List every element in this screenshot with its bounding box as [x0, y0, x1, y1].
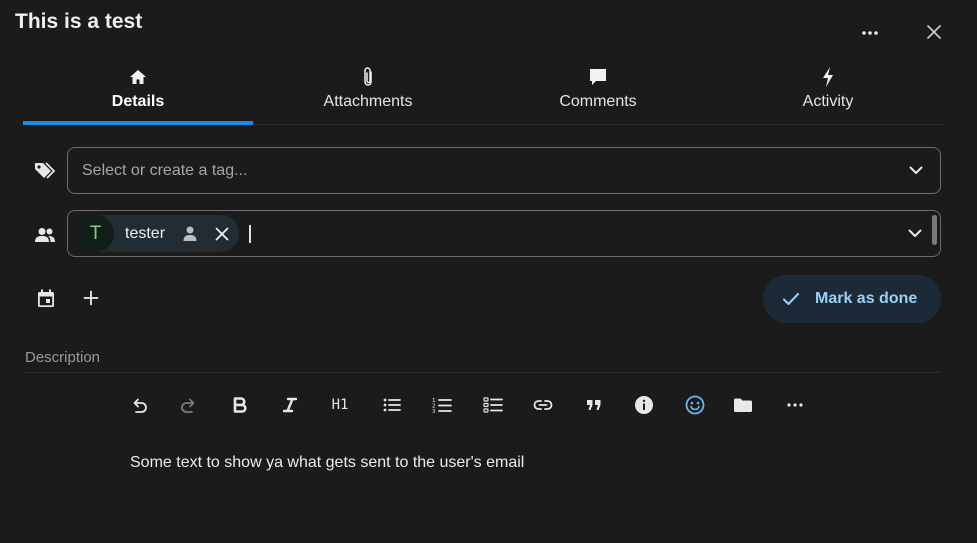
chevron-down-icon[interactable] — [904, 159, 928, 183]
quote-icon — [587, 400, 601, 410]
tab-details-label: Details — [111, 93, 165, 110]
link-icon — [533, 400, 553, 410]
avatar: T — [77, 215, 114, 252]
tab-attachments-label: Attachments — [323, 93, 413, 110]
undo-icon — [133, 398, 147, 413]
close-button[interactable] — [922, 20, 946, 44]
person-icon — [181, 225, 199, 243]
svg-text:3: 3 — [432, 409, 436, 413]
add-button[interactable] — [79, 286, 103, 310]
tags-icon — [33, 159, 57, 183]
task-list-button[interactable] — [481, 393, 505, 417]
task-list-icon — [483, 397, 503, 413]
redo-icon — [181, 398, 195, 413]
italic-button[interactable] — [278, 393, 302, 417]
tab-comments[interactable]: Comments — [483, 60, 713, 124]
tab-bar: Details Attachments Comments Activity — [23, 60, 943, 125]
tab-comments-label: Comments — [559, 93, 637, 110]
chevron-down-icon[interactable] — [903, 222, 927, 246]
home-icon — [129, 66, 147, 88]
task-title[interactable]: This is a test — [15, 10, 142, 34]
bold-button[interactable] — [228, 393, 252, 417]
people-icon — [33, 223, 57, 247]
folder-icon — [734, 398, 752, 412]
tag-select[interactable]: Select or create a tag... — [67, 147, 941, 194]
bold-icon — [233, 397, 247, 413]
check-icon — [781, 289, 801, 309]
emoji-icon — [685, 395, 705, 415]
quote-button[interactable] — [582, 393, 606, 417]
tab-details[interactable]: Details — [23, 60, 253, 125]
more-formatting-button[interactable] — [783, 393, 807, 417]
lightning-icon — [822, 66, 834, 88]
close-icon — [927, 25, 941, 39]
more-icon — [787, 403, 803, 407]
tab-activity[interactable]: Activity — [713, 60, 943, 124]
description-label: Description — [25, 349, 101, 366]
divider — [25, 372, 941, 373]
numbered-list-icon: 1 2 3 — [432, 398, 452, 413]
italic-icon — [283, 397, 297, 413]
info-button[interactable] — [632, 393, 656, 417]
heading-1-label: H1 — [331, 397, 349, 413]
emoji-button[interactable] — [683, 393, 707, 417]
close-icon — [215, 227, 229, 240]
assignee-name: tester — [125, 224, 166, 242]
bullet-list-icon — [383, 398, 401, 412]
plus-icon — [83, 290, 99, 306]
text-cursor — [249, 224, 251, 243]
tab-activity-label: Activity — [802, 93, 854, 110]
assignee-chip[interactable]: T tester — [77, 215, 240, 252]
link-button[interactable] — [531, 393, 555, 417]
calendar-icon — [38, 289, 54, 307]
heading-1-button[interactable]: H1 — [328, 393, 352, 417]
calendar-button[interactable] — [34, 286, 58, 310]
tab-attachments[interactable]: Attachments — [253, 60, 483, 124]
more-options-button[interactable] — [858, 24, 882, 42]
mark-as-done-label: Mark as done — [815, 290, 918, 307]
folder-button[interactable] — [731, 393, 755, 417]
info-icon — [635, 396, 653, 414]
tag-select-placeholder: Select or create a tag... — [82, 161, 248, 179]
paperclip-icon — [362, 66, 374, 88]
undo-button[interactable] — [127, 393, 151, 417]
redo-button[interactable] — [177, 393, 201, 417]
ellipsis-icon — [862, 31, 878, 35]
bullet-list-button[interactable] — [380, 393, 404, 417]
remove-assignee-button[interactable] — [211, 223, 233, 245]
description-editor[interactable]: Some text to show ya what gets sent to t… — [130, 454, 524, 472]
mark-as-done-button[interactable]: Mark as done — [763, 275, 941, 323]
scrollbar[interactable] — [932, 215, 937, 245]
comment-icon — [588, 66, 608, 88]
numbered-list-button[interactable]: 1 2 3 — [430, 393, 454, 417]
assignee-select[interactable]: T tester — [67, 210, 941, 257]
